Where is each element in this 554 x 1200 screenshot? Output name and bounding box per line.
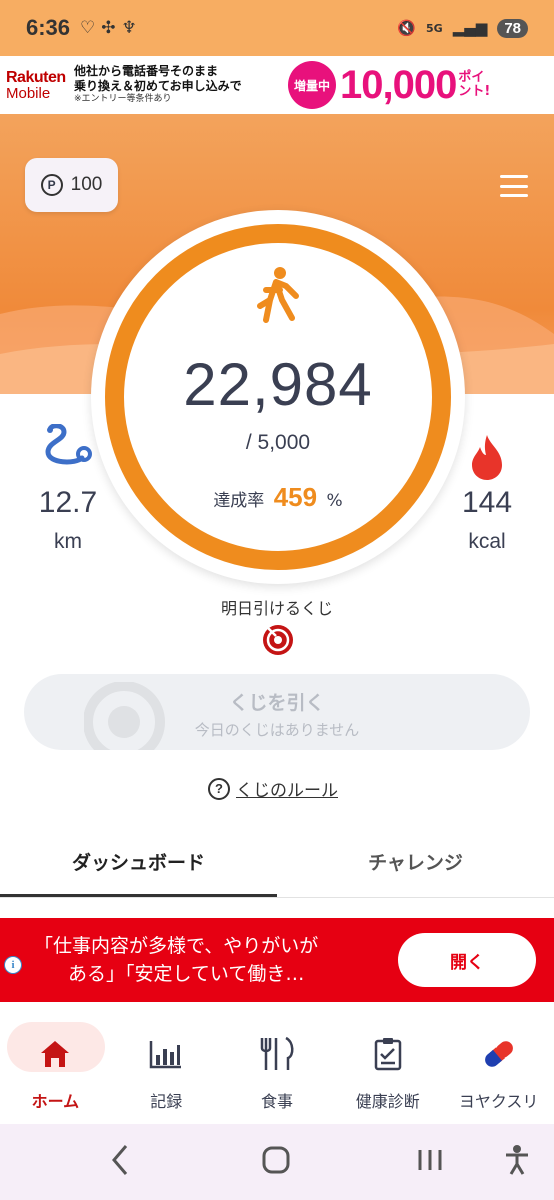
distance-route-icon (45, 424, 92, 465)
nav-home[interactable]: ホーム (0, 1012, 111, 1124)
nav-records-label: 記録 (150, 1092, 183, 1111)
ad-info-icon[interactable]: i (4, 956, 22, 974)
mute-icon: 🔇 (397, 19, 417, 37)
tomorrow-kuji-label: 明日引けるくじ (220, 599, 333, 618)
signal-icon: ▂▄▆ (452, 19, 488, 37)
status-notification-icons: ♡ ✣ ♆ (80, 18, 137, 38)
nav-records[interactable]: 記録 (111, 1012, 222, 1124)
nav-yoyakusuri[interactable]: ヨヤクスリ (443, 1012, 554, 1124)
bottom-navigation: ホーム 記録 食事 健康診断 ヨヤクスリ (0, 1012, 554, 1124)
network-type: 5G (426, 21, 443, 35)
distance-stat: 12.7 km (28, 424, 108, 554)
kuji-rules-label: くじのルール (236, 781, 338, 801)
dashboard-tabs: ダッシュボード チャレンジ (0, 830, 554, 898)
brand-line1: Rakuten (6, 68, 66, 86)
pill-icon (484, 1041, 513, 1067)
top-ad-note: ※エントリー等条件あり (74, 94, 172, 105)
top-ad-line2: 乗り換え＆初めてお申し込みで (74, 79, 242, 94)
brand-line2: Mobile (6, 84, 51, 102)
achievement-rate: 達成率 459 % (91, 482, 465, 513)
rakuten-mobile-logo: Rakuten Mobile (0, 68, 74, 102)
home-icon (41, 1041, 70, 1067)
rate-value: 459 (273, 482, 318, 512)
step-goal: / 5,000 (245, 431, 311, 454)
top-ad-amount: 10,000 (340, 62, 457, 107)
flame-icon (472, 435, 502, 480)
bottom-ad-line1: 「仕事内容が多様で、やりがいが (34, 934, 319, 957)
top-ad-text: 他社から電話番号そのまま 乗り換え＆初めてお申し込みで ※エントリー等条件あり (74, 64, 284, 105)
nav-yoyakusuri-label: ヨヤクスリ (458, 1092, 539, 1111)
step-count: 22,984 (183, 351, 373, 418)
nav-meals[interactable]: 食事 (222, 1012, 333, 1124)
bottom-ad-message: 「仕事内容が多様で、やりがいが ある」「安定していて働き… (34, 932, 384, 989)
meal-icon (260, 1036, 294, 1070)
top-ad-badge: 増量中 (288, 61, 336, 109)
back-icon[interactable] (108, 1142, 132, 1182)
nav-home-label: ホーム (31, 1092, 80, 1111)
system-navigation-bar (0, 1124, 554, 1200)
help-icon: ? (208, 777, 230, 800)
chart-icon (149, 1041, 182, 1069)
bottom-ad-line2: ある」「安定していて働き… (68, 963, 305, 985)
heart-notification-icon: ♡ (80, 18, 96, 38)
status-time: 6:36 (26, 15, 71, 40)
top-ad-line1: 他社から電話番号そのまま (74, 64, 219, 79)
kuji-watermark-icon (84, 682, 165, 750)
distance-unit: km (54, 530, 82, 553)
calories-unit: kcal (468, 530, 506, 553)
tab-challenge[interactable]: チャレンジ (277, 830, 554, 897)
distance-value: 12.7 (38, 486, 98, 519)
top-ad-points-word: ポイント! (458, 69, 491, 99)
kuji-target-icon (263, 625, 293, 655)
ad-open-button[interactable]: 開く (398, 933, 536, 987)
home-button-icon[interactable] (262, 1146, 290, 1178)
checklist-icon (374, 1038, 402, 1071)
accessibility-icon[interactable] (504, 1144, 530, 1180)
nav-health-checkup-label: 健康診断 (355, 1092, 420, 1111)
recent-apps-icon[interactable] (416, 1148, 444, 1176)
points-icon: P (40, 174, 63, 196)
walking-person-icon (257, 267, 299, 323)
fan-notification-icon: ✣ (101, 18, 116, 38)
draw-kuji-button[interactable]: くじを引く 今日のくじはありません (24, 674, 530, 750)
top-ad-banner[interactable]: Rakuten Mobile 他社から電話番号そのまま 乗り換え＆初めてお申し込… (0, 56, 554, 114)
nav-health-checkup[interactable]: 健康診断 (332, 1012, 443, 1124)
nav-meals-label: 食事 (260, 1092, 293, 1111)
rate-unit: % (326, 491, 343, 511)
tab-dashboard[interactable]: ダッシュボード (0, 830, 277, 897)
calories-value: 144 (461, 486, 513, 519)
battery-indicator: 78 (497, 18, 528, 38)
status-bar: 6:36 ♡ ✣ ♆ 🔇 5G ▂▄▆ 78 (0, 0, 554, 56)
flashlight-icon: ♆ (121, 18, 137, 38)
kuji-rules-link[interactable]: ? くじのルール (208, 776, 338, 801)
points-value: 100 (70, 174, 103, 195)
points-chip[interactable]: P 100 (25, 158, 118, 212)
rate-label: 達成率 (213, 491, 265, 511)
bottom-ad-banner[interactable]: i 「仕事内容が多様で、やりがいが ある」「安定していて働き… 開く (0, 918, 554, 1002)
hamburger-menu-icon[interactable] (500, 175, 528, 197)
calories-stat: 144 kcal (447, 428, 527, 554)
